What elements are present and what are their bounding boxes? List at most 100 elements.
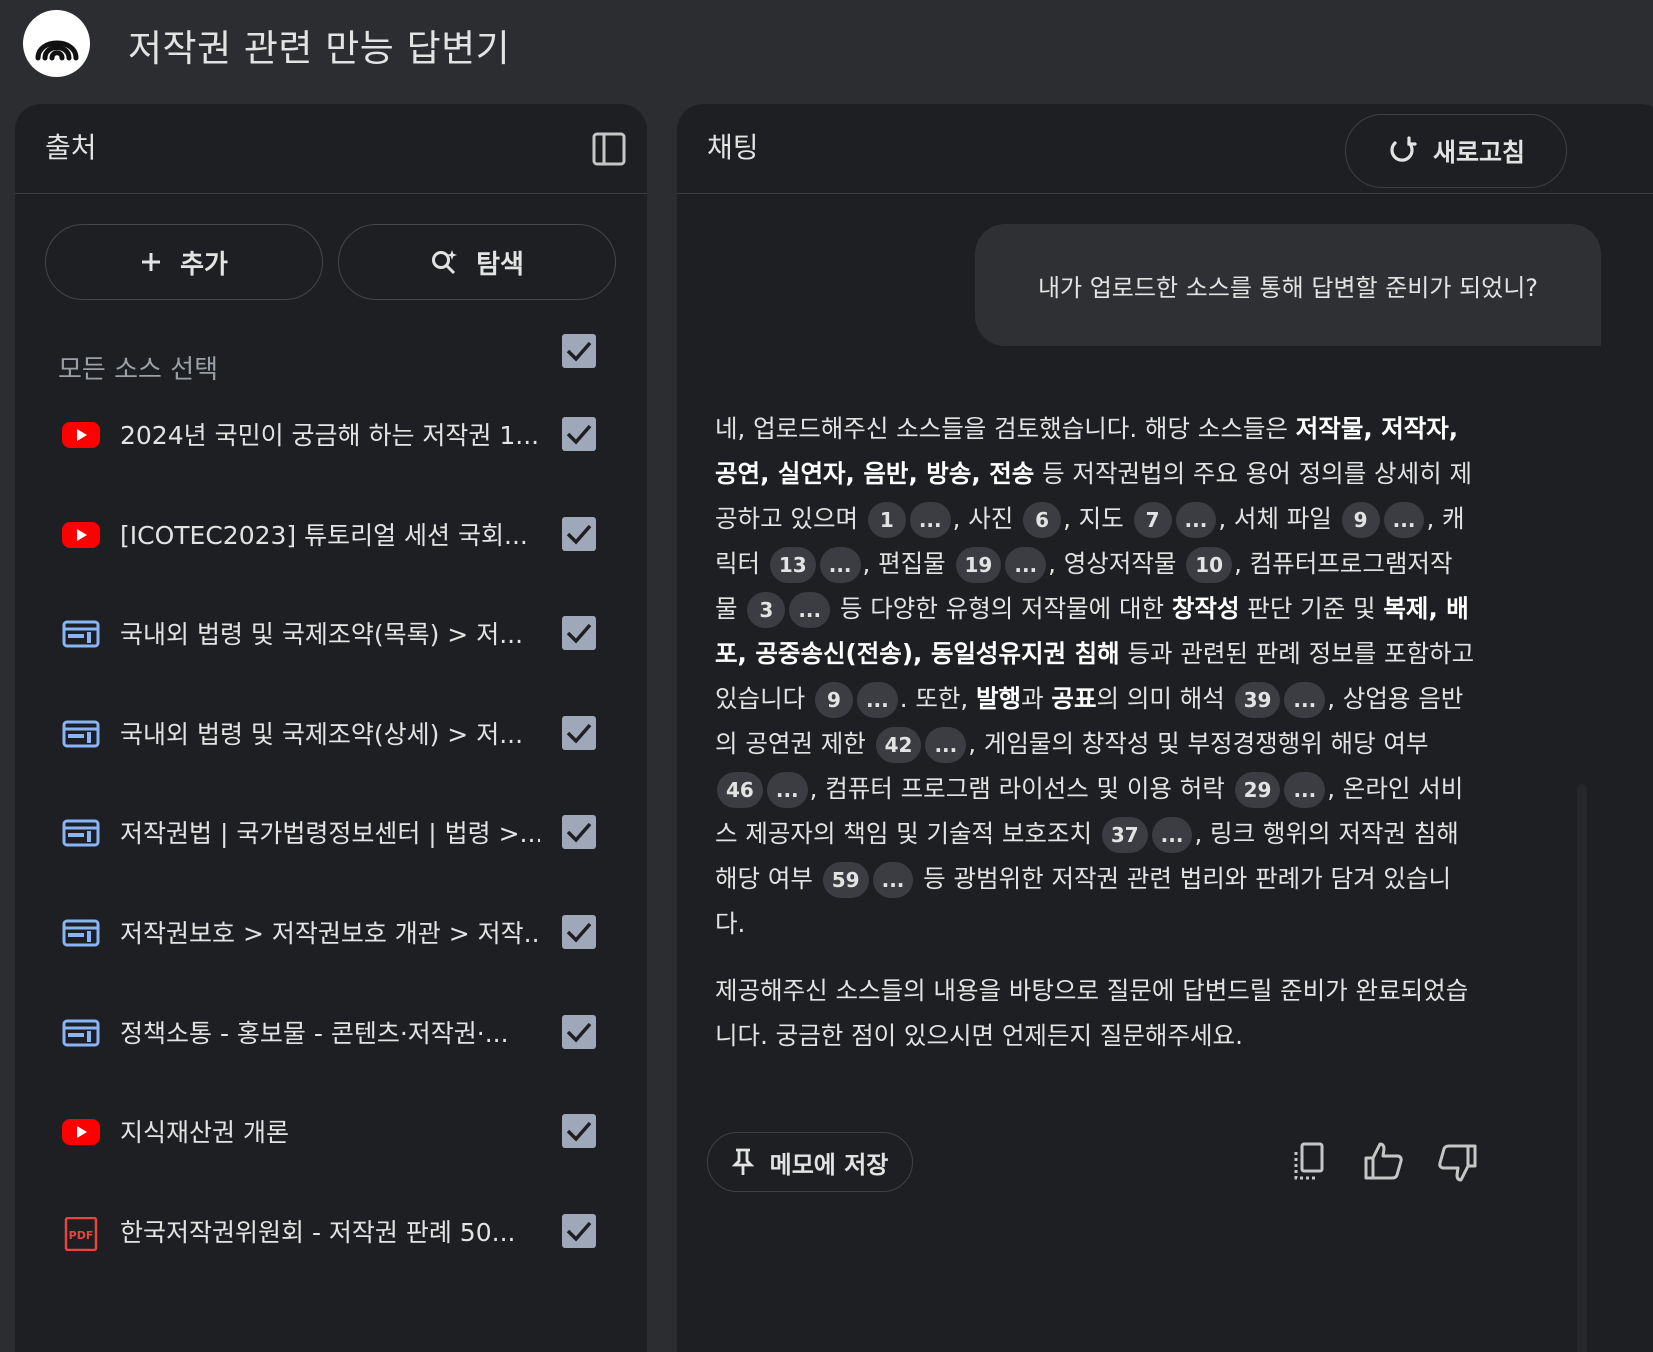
source-item[interactable]: 저작권보호 > 저작권보호 개관 > 저작... [15, 902, 647, 962]
copy-icon[interactable] [1289, 1140, 1333, 1184]
answer-bold-text: 공표 [1051, 684, 1097, 713]
pdf-icon: PDF [61, 1216, 101, 1252]
citation-chip[interactable]: ... [909, 502, 951, 538]
source-label: 2024년 국민이 궁금해 하는 저작권 1... [120, 421, 540, 450]
source-item[interactable]: 지식재산권 개론 [15, 1101, 647, 1161]
citation-chip[interactable]: 46 [717, 772, 763, 808]
save-to-note-button[interactable]: 메모에 저장 [707, 1132, 913, 1192]
web-page-icon [61, 719, 101, 749]
citation-chip[interactable]: 7 [1133, 502, 1172, 538]
citation-chip[interactable]: ... [1383, 502, 1425, 538]
app-logo-icon[interactable] [23, 10, 90, 77]
source-label: 국내외 법령 및 국제조약(목록) > 저... [120, 620, 524, 650]
citation-chip[interactable]: ... [819, 547, 861, 583]
source-item[interactable]: 정책소통 - 홍보물 - 콘텐츠·저작권·... [15, 1002, 647, 1062]
source-label: 국내외 법령 및 국제조약(상세) > 저... [120, 719, 524, 749]
sources-panel: 출처 추가 탐색 모든 소스 선택 2024년 국민이 궁금해 하는 저작권 1… [15, 104, 647, 1352]
citation-chip[interactable]: ... [766, 772, 808, 808]
plus-icon [142, 253, 161, 271]
sidebar-collapse-icon[interactable] [591, 131, 627, 167]
answer-bold-text: 창작성 [1171, 594, 1240, 623]
chat-panel-header: 채팅 새로고침 [677, 104, 1653, 194]
citation-chip[interactable]: ... [872, 862, 914, 898]
user-message-text: 내가 업로드한 소스를 통해 답변할 준비가 되었니? [1037, 273, 1539, 302]
citation-chip[interactable]: ... [856, 682, 898, 718]
web-page-icon [61, 1018, 101, 1048]
answer-text: 등 다양한 유형의 저작물에 대한 [832, 594, 1172, 623]
app-title: 저작권 관련 만능 답변기 [128, 27, 511, 70]
citation-chip[interactable]: 10 [1186, 547, 1233, 583]
save-to-note-label: 메모에 저장 [769, 1150, 889, 1179]
citation-chip[interactable]: 9 [814, 682, 853, 718]
sources-panel-header: 출처 [15, 104, 647, 194]
source-label: 한국저작권위원회 - 저작권 판례 50... [120, 1217, 516, 1247]
citation-chip[interactable]: 6 [1023, 502, 1062, 538]
source-item[interactable]: 국내외 법령 및 국제조약(목록) > 저... [15, 603, 647, 663]
citation-chip[interactable]: 13 [769, 547, 816, 583]
citation-chip[interactable]: 37 [1101, 817, 1148, 853]
thumbs-up-icon[interactable] [1362, 1140, 1406, 1184]
source-checkbox[interactable] [562, 915, 596, 949]
citation-chip[interactable]: 42 [875, 727, 922, 763]
citation-chip[interactable]: 59 [822, 862, 869, 898]
source-item[interactable]: [ICOTEC2023] 튜토리얼 세션 국회... [15, 504, 647, 564]
answer-text: , 편집물 [862, 549, 954, 578]
source-checkbox[interactable] [562, 516, 596, 551]
source-label: 저작권법 | 국가법령정보센터 | 법령 >... [120, 819, 540, 849]
discover-button[interactable]: 탐색 [338, 224, 616, 300]
assistant-answer: 네, 업로드해주신 소스들을 검토했습니다. 해당 소스들은 저작물, 저작자,… [715, 406, 1475, 1080]
source-label: [ICOTEC2023] 튜토리얼 세션 국회... [120, 520, 528, 550]
citation-chip[interactable]: 29 [1234, 772, 1281, 808]
pin-icon [731, 1148, 754, 1175]
answer-text: 판단 기준 및 [1239, 594, 1384, 623]
refresh-icon [1390, 136, 1417, 162]
source-checkbox[interactable] [562, 616, 596, 651]
source-item[interactable]: 저작권법 | 국가법령정보센터 | 법령 >... [15, 802, 647, 862]
youtube-icon [61, 1117, 101, 1147]
citation-chip[interactable]: ... [789, 592, 831, 628]
source-checkbox[interactable] [562, 815, 596, 850]
citation-chip[interactable]: ... [1175, 502, 1217, 538]
source-checkbox[interactable] [562, 1213, 596, 1248]
citation-chip[interactable]: 3 [747, 592, 786, 628]
answer-text: . 또한, [899, 684, 976, 713]
answer-paragraph-2: 제공해주신 소스들의 내용을 바탕으로 질문에 답변드릴 준비가 완료되었습니다… [715, 976, 1469, 1050]
citation-chip[interactable]: ... [1284, 772, 1326, 808]
citation-chip[interactable]: 39 [1234, 682, 1281, 718]
answer-text: , 사진 [952, 504, 1022, 533]
thumbs-down-icon[interactable] [1435, 1140, 1479, 1184]
source-item[interactable]: 국내외 법령 및 국제조약(상세) > 저... [15, 703, 647, 763]
citation-chip[interactable]: ... [1005, 547, 1047, 583]
citation-chip[interactable]: ... [925, 727, 967, 763]
search-sparkle-icon [432, 250, 458, 275]
citation-chip[interactable]: 1 [867, 502, 906, 538]
chat-panel: 채팅 새로고침 내가 업로드한 소스를 통해 답변할 준비가 되었니? 네, 업… [677, 104, 1653, 1352]
citation-chip[interactable]: 19 [955, 547, 1002, 583]
source-checkbox[interactable] [562, 1014, 596, 1049]
answer-bold-text: 발행 [975, 684, 1022, 713]
citation-chip[interactable]: ... [1151, 817, 1193, 853]
answer-text: , 서체 파일 [1218, 504, 1340, 533]
svg-text:PDF: PDF [69, 1229, 94, 1242]
source-label: 지식재산권 개론 [120, 1118, 289, 1148]
source-checkbox[interactable] [562, 1114, 596, 1149]
answer-text: 네, 업로드해주신 소스들을 검토했습니다. 해당 소스들은 [715, 414, 1296, 443]
add-source-button[interactable]: 추가 [45, 224, 323, 300]
chat-scrollbar[interactable] [1577, 784, 1587, 1352]
refresh-button[interactable]: 새로고침 [1345, 114, 1567, 188]
answer-text: 과 [1021, 684, 1052, 713]
source-item[interactable]: 2024년 국민이 궁금해 하는 저작권 1... [15, 404, 647, 464]
source-label: 저작권보호 > 저작권보호 개관 > 저작... [120, 919, 540, 948]
app-header: 저작권 관련 만능 답변기 [0, 0, 1653, 100]
source-checkbox[interactable] [562, 715, 596, 750]
citation-chip[interactable]: 9 [1341, 502, 1380, 538]
youtube-icon [61, 420, 101, 450]
select-all-checkbox[interactable] [562, 334, 596, 368]
citation-chip[interactable]: ... [1284, 682, 1326, 718]
web-page-icon [61, 918, 101, 948]
source-label: 정책소통 - 홍보물 - 콘텐츠·저작권·... [120, 1018, 509, 1048]
sources-panel-title: 출처 [45, 131, 97, 164]
source-item[interactable]: PDF 한국저작권위원회 - 저작권 판례 50... [15, 1201, 647, 1261]
answer-text: 의 의미 해석 [1096, 684, 1233, 713]
source-checkbox[interactable] [562, 417, 596, 451]
